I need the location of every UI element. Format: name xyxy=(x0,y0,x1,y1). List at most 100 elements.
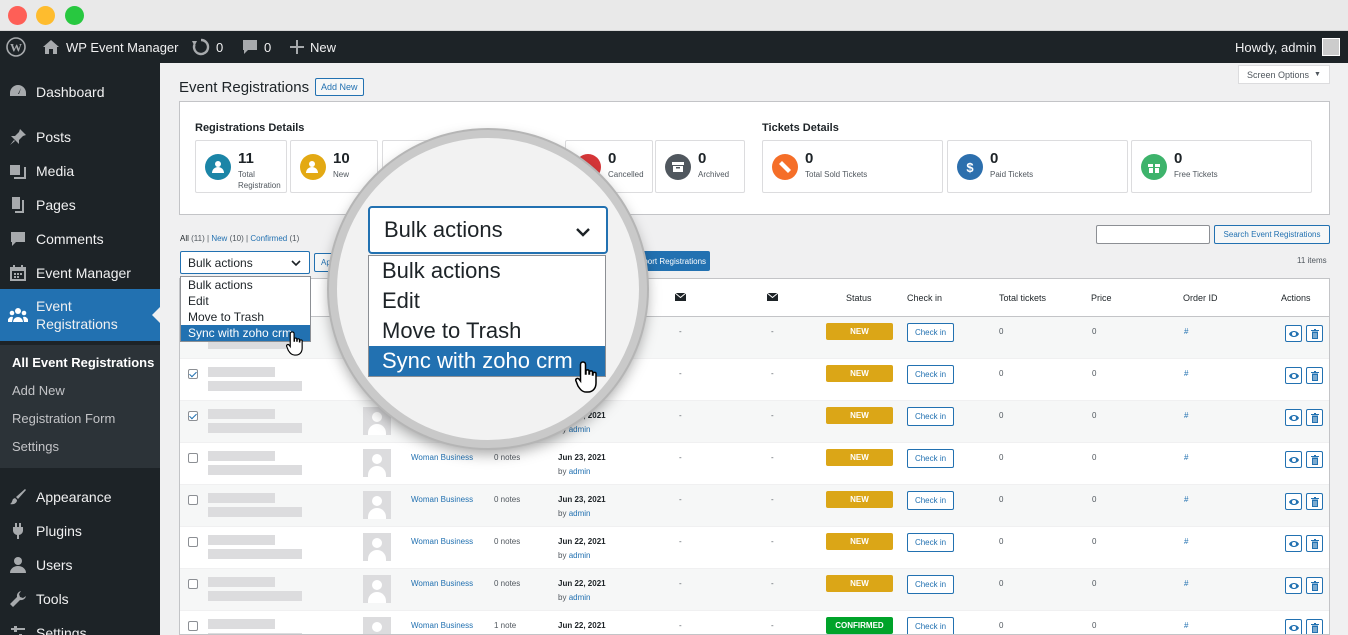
delete-button[interactable] xyxy=(1306,367,1323,384)
comments-link[interactable]: 0 xyxy=(242,31,271,63)
menu-appearance[interactable]: Appearance xyxy=(0,486,160,508)
delete-button[interactable] xyxy=(1306,535,1323,552)
wordpress-logo-button[interactable]: W xyxy=(6,31,26,63)
delete-button[interactable] xyxy=(1306,493,1323,510)
column-check-in[interactable]: Check in xyxy=(907,293,942,303)
filter-all[interactable]: All (11) xyxy=(180,234,205,243)
menu-dashboard[interactable]: Dashboard xyxy=(0,81,160,103)
add-new-button[interactable]: Add New xyxy=(315,78,364,96)
view-button[interactable] xyxy=(1285,535,1302,552)
view-button[interactable] xyxy=(1285,325,1302,342)
new-content-link[interactable]: New xyxy=(290,31,336,63)
option-bulk-actions[interactable]: Bulk actions xyxy=(181,277,310,293)
order-id-link[interactable]: # xyxy=(1184,453,1188,462)
check-in-button[interactable]: Check in xyxy=(907,323,954,342)
order-id-link[interactable]: # xyxy=(1184,327,1188,336)
search-input[interactable] xyxy=(1096,225,1210,244)
check-in-button[interactable]: Check in xyxy=(907,575,954,594)
option-edit[interactable]: Edit xyxy=(181,293,310,309)
author-link[interactable]: admin xyxy=(569,593,591,602)
menu-plugins[interactable]: Plugins xyxy=(0,520,160,542)
zoomed-option-bulk-actions[interactable]: Bulk actions xyxy=(369,256,605,286)
status-badge: NEW xyxy=(826,365,893,382)
menu-users[interactable]: Users xyxy=(0,554,160,576)
total-tickets: 0 xyxy=(999,621,1004,630)
order-id-link[interactable]: # xyxy=(1184,495,1188,504)
filter-confirmed[interactable]: Confirmed (1) xyxy=(250,234,299,243)
site-name-link[interactable]: WP Event Manager xyxy=(42,31,178,63)
zoomed-option-move-to-trash[interactable]: Move to Trash xyxy=(369,316,605,346)
event-link[interactable]: Woman Business xyxy=(411,621,473,630)
submenu-registration-form[interactable]: Registration Form xyxy=(12,411,115,426)
submenu-add-new[interactable]: Add New xyxy=(12,383,65,398)
check-in-button[interactable]: Check in xyxy=(907,491,954,510)
menu-comments[interactable]: Comments xyxy=(0,228,160,250)
account-menu[interactable]: Howdy, admin xyxy=(1235,31,1341,63)
menu-pages[interactable]: Pages xyxy=(0,194,160,216)
check-in-button[interactable]: Check in xyxy=(907,407,954,426)
filter-new[interactable]: New (10) xyxy=(211,234,243,243)
delete-button[interactable] xyxy=(1306,409,1323,426)
event-link[interactable]: Woman Business xyxy=(411,495,473,504)
menu-media[interactable]: Media xyxy=(0,160,160,182)
zoomed-option-sync-zoho[interactable]: Sync with zoho crm xyxy=(369,346,605,376)
order-id-link[interactable]: # xyxy=(1184,537,1188,546)
check-in-button[interactable]: Check in xyxy=(907,365,954,384)
author-link[interactable]: admin xyxy=(569,425,591,434)
zoomed-bulk-actions-select[interactable]: Bulk actions xyxy=(368,206,608,254)
row-checkbox[interactable] xyxy=(188,369,198,379)
row-checkbox[interactable] xyxy=(188,537,198,547)
check-in-button[interactable]: Check in xyxy=(907,449,954,468)
event-link[interactable]: Woman Business xyxy=(411,537,473,546)
menu-settings[interactable]: Settings xyxy=(0,622,160,635)
table-row: Woman Business 0 notes Jun 23, 2021 by admi… xyxy=(180,443,1329,485)
view-button[interactable] xyxy=(1285,577,1302,594)
delete-button[interactable] xyxy=(1306,619,1323,634)
submenu-settings[interactable]: Settings xyxy=(12,439,59,454)
view-button[interactable] xyxy=(1285,367,1302,384)
delete-button[interactable] xyxy=(1306,451,1323,468)
menu-posts[interactable]: Posts xyxy=(0,126,160,148)
column-total-tickets[interactable]: Total tickets xyxy=(999,293,1046,303)
minimize-window-button[interactable] xyxy=(36,6,55,25)
row-checkbox[interactable] xyxy=(188,621,198,631)
menu-event-registrations[interactable]: Event Registrations xyxy=(0,289,160,341)
view-button[interactable] xyxy=(1285,409,1302,426)
author-link[interactable]: admin xyxy=(569,509,591,518)
order-id-link[interactable]: # xyxy=(1184,579,1188,588)
delete-button[interactable] xyxy=(1306,325,1323,342)
row-checkbox[interactable] xyxy=(188,495,198,505)
check-in-button[interactable]: Check in xyxy=(907,533,954,552)
zoomed-option-edit[interactable]: Edit xyxy=(369,286,605,316)
author-link[interactable]: admin xyxy=(569,551,591,560)
delete-button[interactable] xyxy=(1306,577,1323,594)
view-button[interactable] xyxy=(1285,619,1302,634)
submenu-all-registrations[interactable]: All Event Registrations xyxy=(12,355,154,370)
event-link[interactable]: Woman Business xyxy=(411,453,473,462)
maximize-window-button[interactable] xyxy=(65,6,84,25)
check-in-button[interactable]: Check in xyxy=(907,617,954,634)
event-link[interactable]: Woman Business xyxy=(411,579,473,588)
close-window-button[interactable] xyxy=(8,6,27,25)
row-checkbox[interactable] xyxy=(188,453,198,463)
stat-value: 0 xyxy=(608,150,617,167)
view-button[interactable] xyxy=(1285,493,1302,510)
screen-options-button[interactable]: Screen Options ▼ xyxy=(1238,65,1330,84)
order-id-link[interactable]: # xyxy=(1184,411,1188,420)
plus-icon xyxy=(290,40,304,54)
menu-event-manager[interactable]: Event Manager xyxy=(0,262,160,284)
view-button[interactable] xyxy=(1285,451,1302,468)
option-move-to-trash[interactable]: Move to Trash xyxy=(181,309,310,325)
search-registrations-button[interactable]: Search Event Registrations xyxy=(1214,225,1330,244)
menu-tools[interactable]: Tools xyxy=(0,588,160,610)
column-order-id[interactable]: Order ID xyxy=(1183,293,1218,303)
updates-link[interactable]: 0 xyxy=(192,31,223,63)
column-price[interactable]: Price xyxy=(1091,293,1112,303)
order-id-link[interactable]: # xyxy=(1184,369,1188,378)
bulk-actions-select[interactable]: Bulk actions xyxy=(180,251,310,274)
order-id-link[interactable]: # xyxy=(1184,621,1188,630)
author-link[interactable]: admin xyxy=(569,467,591,476)
row-checkbox[interactable] xyxy=(188,579,198,589)
column-status[interactable]: Status xyxy=(846,293,872,303)
row-checkbox[interactable] xyxy=(188,411,198,421)
